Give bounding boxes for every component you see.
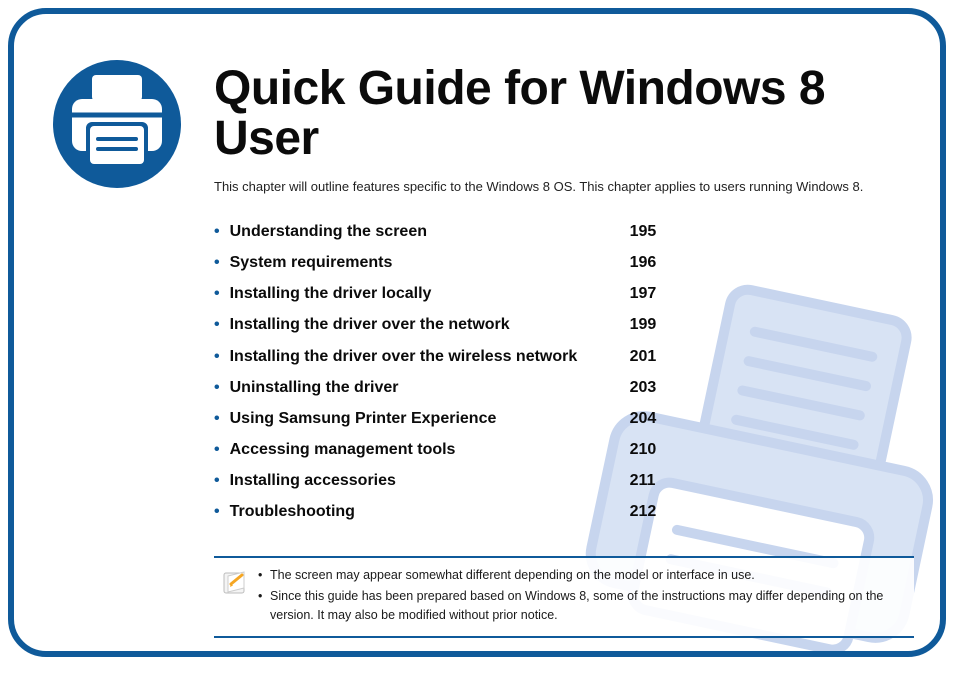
note-list: The screen may appear somewhat different… <box>258 566 906 628</box>
toc-item[interactable]: Installing the driver over the network19… <box>228 309 880 340</box>
note-item: Since this guide has been prepared based… <box>258 587 906 625</box>
toc-label: Using Samsung Printer Experience <box>230 403 630 434</box>
toc-page: 196 <box>630 247 690 278</box>
printer-icon <box>52 59 182 194</box>
toc-label: Installing accessories <box>230 465 630 496</box>
page-title: Quick Guide for Windows 8 User <box>214 64 880 165</box>
toc-label: Installing the driver over the wireless … <box>230 341 630 372</box>
intro-text: This chapter will outline features speci… <box>214 179 880 194</box>
toc-page: 199 <box>630 309 690 340</box>
note-box: The screen may appear somewhat different… <box>214 556 914 638</box>
toc-page: 211 <box>630 465 690 496</box>
toc-label: Understanding the screen <box>230 216 630 247</box>
toc-page: 210 <box>630 434 690 465</box>
toc-item[interactable]: Understanding the screen195 <box>228 216 880 247</box>
page-frame: Quick Guide for Windows 8 User This chap… <box>8 8 946 657</box>
toc-label: System requirements <box>230 247 630 278</box>
toc-item[interactable]: Accessing management tools210 <box>228 434 880 465</box>
toc-item[interactable]: System requirements196 <box>228 247 880 278</box>
toc-item[interactable]: Installing accessories211 <box>228 465 880 496</box>
toc-label: Installing the driver over the network <box>230 309 630 340</box>
toc-label: Troubleshooting <box>230 496 630 527</box>
toc-label: Installing the driver locally <box>230 278 630 309</box>
toc-label: Uninstalling the driver <box>230 372 630 403</box>
toc-item[interactable]: Uninstalling the driver203 <box>228 372 880 403</box>
toc-page: 195 <box>630 216 690 247</box>
note-item: The screen may appear somewhat different… <box>258 566 906 585</box>
toc-page: 212 <box>630 496 690 527</box>
toc-page: 203 <box>630 372 690 403</box>
table-of-contents: Understanding the screen195 System requi… <box>228 216 880 528</box>
note-icon <box>222 570 248 628</box>
toc-page: 201 <box>630 341 690 372</box>
toc-item[interactable]: Using Samsung Printer Experience204 <box>228 403 880 434</box>
toc-label: Accessing management tools <box>230 434 630 465</box>
toc-page: 204 <box>630 403 690 434</box>
toc-item[interactable]: Troubleshooting212 <box>228 496 880 527</box>
content-area: Quick Guide for Windows 8 User This chap… <box>214 64 880 638</box>
toc-page: 197 <box>630 278 690 309</box>
toc-item[interactable]: Installing the driver locally197 <box>228 278 880 309</box>
toc-item[interactable]: Installing the driver over the wireless … <box>228 341 880 372</box>
